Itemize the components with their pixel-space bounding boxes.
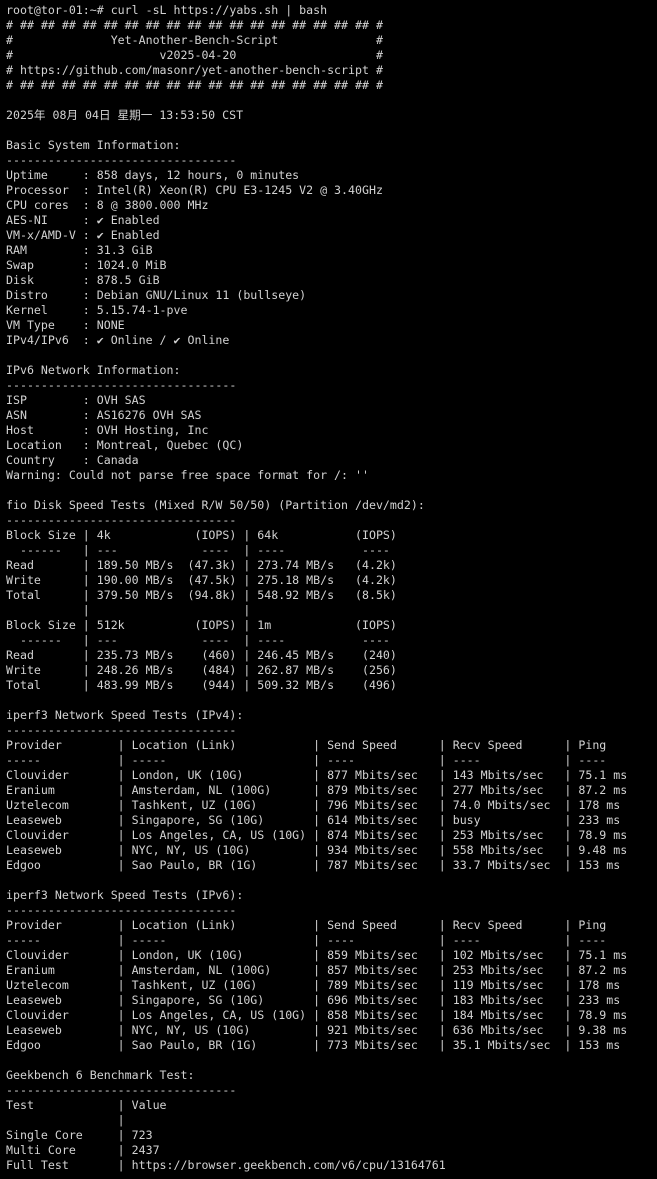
terminal-output-line: VM Type : NONE [6,318,125,332]
terminal-output-line: --------------------------------- [6,723,237,737]
terminal-output-line: Leaseweb | NYC, NY, US (10G) | 934 Mbits… [6,843,628,857]
terminal-output-line: Location : Montreal, Quebec (QC) [6,438,244,452]
terminal-output-line: --------------------------------- [6,513,237,527]
terminal-output-line: IPv6 Network Information: [6,363,181,377]
terminal-output-line: Uztelecom | Tashkent, UZ (10G) | 796 Mbi… [6,798,621,812]
terminal-output-line: iperf3 Network Speed Tests (IPv6): [6,888,244,902]
banner-version: # v2025-04-20 # [6,48,383,62]
terminal-output-line: Eranium | Amsterdam, NL (100G) | 857 Mbi… [6,963,628,977]
terminal-output-line: Clouvider | London, UK (10G) | 877 Mbits… [6,768,628,782]
terminal-output-line: fio Disk Speed Tests (Mixed R/W 50/50) (… [6,498,425,512]
terminal-output-line: Processor : Intel(R) Xeon(R) CPU E3-1245… [6,183,383,197]
command-prompt-line: root@tor-01:~# curl -sL https://yabs.sh … [6,3,328,17]
terminal-output-line: Geekbench 6 Benchmark Test: [6,1068,195,1082]
terminal-output-line: Single Core | 723 [6,1128,153,1142]
terminal-window[interactable]: root@tor-01:~# curl -sL https://yabs.sh … [0,0,657,1179]
banner-border: # ## ## ## ## ## ## ## ## ## ## ## ## ##… [6,18,383,32]
terminal-output-line: Test | Value [6,1098,167,1112]
terminal-output-line: Edgoo | Sao Paulo, BR (1G) | 773 Mbits/s… [6,1038,621,1052]
terminal-output-line: --------------------------------- [6,378,237,392]
terminal-output-line: Clouvider | London, UK (10G) | 859 Mbits… [6,948,628,962]
terminal-output-line: --------------------------------- [6,903,237,917]
terminal-output-line: ----- | ----- | ---- | ---- | ---- [6,753,607,767]
date-line: 2025年 08月 04日 星期一 13:53:50 CST [6,108,244,122]
banner-url: # https://github.com/masonr/yet-another-… [6,63,383,77]
terminal-output-line: VM-x/AMD-V : ✔ Enabled [6,228,160,242]
banner-border: # ## ## ## ## ## ## ## ## ## ## ## ## ##… [6,78,383,92]
terminal-output-line: Total | 483.99 MB/s (944) | 509.32 MB/s … [6,678,397,692]
terminal-output-line: Country : Canada [6,453,139,467]
terminal-output-line: Disk : 878.5 GiB [6,273,160,287]
terminal-output-line: Leaseweb | Singapore, SG (10G) | 696 Mbi… [6,993,621,1007]
terminal-output-line: Provider | Location (Link) | Send Speed … [6,738,607,752]
terminal-output-line: ----- | ----- | ---- | ---- | ---- [6,933,607,947]
banner-title: # Yet-Another-Bench-Script # [6,33,383,47]
terminal-output-line: IPv4/IPv6 : ✔ Online / ✔ Online [6,333,230,347]
terminal-output-line: Provider | Location (Link) | Send Speed … [6,918,607,932]
terminal-output-line: Full Test | https://browser.geekbench.co… [6,1158,446,1172]
terminal-output-line: Clouvider | Los Angeles, CA, US (10G) | … [6,828,628,842]
terminal-output-line: --------------------------------- [6,153,237,167]
terminal-output-line: Uptime : 858 days, 12 hours, 0 minutes [6,168,300,182]
terminal-output-line: Leaseweb | NYC, NY, US (10G) | 921 Mbits… [6,1023,628,1037]
terminal-output-line: Leaseweb | Singapore, SG (10G) | 614 Mbi… [6,813,621,827]
terminal-output-line: Eranium | Amsterdam, NL (100G) | 879 Mbi… [6,783,628,797]
terminal-output-line: Distro : Debian GNU/Linux 11 (bullseye) [6,288,307,302]
terminal-output-line: ISP : OVH SAS [6,393,146,407]
terminal-output-line: Block Size | 4k (IOPS) | 64k (IOPS) [6,528,397,542]
terminal-output-line: Warning: Could not parse free space form… [6,468,369,482]
terminal-output-line: Kernel : 5.15.74-1-pve [6,303,188,317]
terminal-output-line: Total | 379.50 MB/s (94.8k) | 548.92 MB/… [6,588,397,602]
terminal-output-line: Block Size | 512k (IOPS) | 1m (IOPS) [6,618,397,632]
terminal-output-line: ASN : AS16276 OVH SAS [6,408,202,422]
terminal-output-line: Uztelecom | Tashkent, UZ (10G) | 789 Mbi… [6,978,621,992]
terminal-output-line: AES-NI : ✔ Enabled [6,213,160,227]
terminal-output-line: Write | 190.00 MB/s (47.5k) | 275.18 MB/… [6,573,397,587]
terminal-output-line: Multi Core | 2437 [6,1143,160,1157]
terminal-output-line: Edgoo | Sao Paulo, BR (1G) | 787 Mbits/s… [6,858,621,872]
terminal-output-line: RAM : 31.3 GiB [6,243,153,257]
terminal-output-line: ------ | --- ---- | ---- ---- [6,543,390,557]
terminal-output-line: Read | 189.50 MB/s (47.3k) | 273.74 MB/s… [6,558,397,572]
terminal-output-line: | [6,1113,125,1127]
terminal-output-line: --------------------------------- [6,1083,237,1097]
terminal-output-line: Write | 248.26 MB/s (484) | 262.87 MB/s … [6,663,397,677]
terminal-output-line: CPU cores : 8 @ 3800.000 MHz [6,198,209,212]
terminal-output-line: ------ | --- ---- | ---- ---- [6,633,390,647]
terminal-output-line: Swap : 1024.0 MiB [6,258,167,272]
terminal-output-line: Read | 235.73 MB/s (460) | 246.45 MB/s (… [6,648,397,662]
terminal-output-line: Clouvider | Los Angeles, CA, US (10G) | … [6,1008,628,1022]
terminal-output-line: Basic System Information: [6,138,181,152]
terminal-output-line: Host : OVH Hosting, Inc [6,423,209,437]
terminal-output-line: iperf3 Network Speed Tests (IPv4): [6,708,244,722]
terminal-output-line: | | [6,603,251,617]
